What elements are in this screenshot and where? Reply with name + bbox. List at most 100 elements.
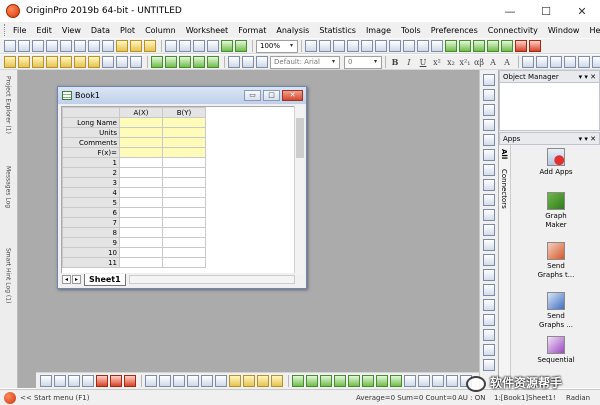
contour-plot-4-icon[interactable] [271, 375, 283, 387]
app-item[interactable]: Send Graphs t... [513, 242, 599, 280]
right-tool-20-icon[interactable] [483, 359, 495, 371]
stat-plot-4-icon[interactable] [334, 375, 346, 387]
menu-preferences[interactable]: Preferences [426, 26, 483, 35]
right-tool-16-icon[interactable] [483, 299, 495, 311]
menu-file[interactable]: File [8, 26, 31, 35]
right-tool-3-icon[interactable] [483, 104, 495, 116]
data-tools-7-icon[interactable] [88, 56, 100, 68]
minimize-button[interactable]: — [492, 0, 528, 22]
row-header[interactable]: 1 [62, 157, 120, 168]
row-header[interactable]: 2 [62, 167, 120, 178]
apps-tab-all[interactable]: All [500, 149, 508, 159]
edit-tools-1-icon[interactable] [228, 56, 240, 68]
menu-column[interactable]: Column [140, 26, 181, 35]
project-tools-3-icon[interactable] [473, 40, 485, 52]
data-tools-4-icon[interactable] [46, 56, 58, 68]
contour-plot-3-icon[interactable] [257, 375, 269, 387]
row-header[interactable]: 9 [62, 237, 120, 248]
object-manager-body[interactable] [499, 83, 600, 131]
data-cell[interactable] [119, 257, 163, 268]
object-manager-controls[interactable]: ▾ ▾ ✕ [579, 73, 596, 81]
format-button-6[interactable]: x²₁ [459, 58, 471, 67]
row-header[interactable]: 5 [62, 197, 120, 208]
label-cell[interactable] [162, 127, 206, 138]
contour-plot-1-icon[interactable] [229, 375, 241, 387]
label-cell[interactable] [162, 147, 206, 158]
label-cell[interactable] [162, 137, 206, 148]
worksheet-table[interactable]: A(X) B(Y) Long Name Units Comments F(x)= 1 2 3 4 5… [62, 107, 286, 268]
open-save-3-icon[interactable] [144, 40, 156, 52]
apps-tab-connectors[interactable]: Connectors [500, 169, 508, 209]
bar-plot-2-icon[interactable] [110, 375, 122, 387]
column-tools-4-icon[interactable] [193, 56, 205, 68]
app-item[interactable]: Graph Maker [513, 192, 599, 230]
origin-app-icon[interactable] [6, 4, 20, 18]
data-tools-3-icon[interactable] [32, 56, 44, 68]
app-item[interactable]: Sequential [513, 336, 599, 365]
open-save-2-icon[interactable] [130, 40, 142, 52]
style-tools-4-icon[interactable] [564, 56, 576, 68]
maximize-button[interactable]: ☐ [528, 0, 564, 22]
refresh-1-icon[interactable] [221, 40, 233, 52]
style-tools-2-icon[interactable] [536, 56, 548, 68]
import-1-icon[interactable] [165, 40, 177, 52]
row-header[interactable]: 7 [62, 217, 120, 228]
scrollbar-thumb[interactable] [296, 118, 304, 158]
layer-tools-5-icon[interactable] [361, 40, 373, 52]
column-tools-2-icon[interactable] [165, 56, 177, 68]
bar-plot-3-icon[interactable] [124, 375, 136, 387]
angle-unit[interactable]: Radian [566, 394, 590, 402]
line-plot-2-icon[interactable] [54, 375, 66, 387]
data-cell[interactable] [119, 167, 163, 178]
stat-plot-1-icon[interactable] [292, 375, 304, 387]
row-header[interactable]: 10 [62, 247, 120, 258]
column-tools-5-icon[interactable] [207, 56, 219, 68]
template-plot-4-icon[interactable] [446, 375, 458, 387]
app-item[interactable]: Send Graphs ... [513, 292, 599, 330]
menu-analysis[interactable]: Analysis [271, 26, 314, 35]
data-cell[interactable] [162, 257, 206, 268]
data-cell[interactable] [162, 177, 206, 188]
label-cell[interactable] [119, 137, 163, 148]
row-header[interactable]: 8 [62, 227, 120, 238]
template-plot-3-icon[interactable] [432, 375, 444, 387]
autoupdate-status[interactable]: AU : ON [458, 394, 485, 402]
data-cell[interactable] [162, 157, 206, 168]
apps-panel-header[interactable]: Apps ▾ ▾ ✕ [499, 132, 600, 145]
menu-statistics[interactable]: Statistics [314, 26, 361, 35]
column-tools-3-icon[interactable] [179, 56, 191, 68]
data-cell[interactable] [162, 217, 206, 228]
pie-plot-1-icon[interactable] [145, 375, 157, 387]
line-plot-1-icon[interactable] [40, 375, 52, 387]
workbook-title-bar[interactable]: Book1 ▭ □ ✕ [58, 87, 306, 104]
font-size-combo[interactable]: 0 ▾ [344, 55, 382, 69]
right-tool-18-icon[interactable] [483, 329, 495, 341]
app-item[interactable]: Add Apps [513, 148, 599, 177]
layer-tools-8-icon[interactable] [403, 40, 415, 52]
data-cell[interactable] [119, 177, 163, 188]
right-tool-9-icon[interactable] [483, 194, 495, 206]
data-cell[interactable] [119, 237, 163, 248]
graph-data-3-icon[interactable] [130, 56, 142, 68]
format-button-3[interactable]: U [417, 58, 429, 67]
label-cell[interactable] [119, 117, 163, 128]
close-button[interactable]: ✕ [564, 0, 600, 22]
menu-data[interactable]: Data [86, 26, 115, 35]
stat-plot-8-icon[interactable] [390, 375, 402, 387]
row-header[interactable]: 6 [62, 207, 120, 218]
data-cell[interactable] [162, 237, 206, 248]
right-tool-13-icon[interactable] [483, 254, 495, 266]
label-cell[interactable] [119, 127, 163, 138]
menu-format[interactable]: Format [233, 26, 271, 35]
format-button-9[interactable]: A [501, 58, 513, 67]
new-file-5-icon[interactable] [60, 40, 72, 52]
right-tool-2-icon[interactable] [483, 89, 495, 101]
chevron-down-icon[interactable]: ▾ [371, 58, 380, 67]
chevron-down-icon[interactable]: ▾ [329, 58, 338, 67]
stat-plot-5-icon[interactable] [348, 375, 360, 387]
label-cell[interactable] [119, 147, 163, 158]
menu-edit[interactable]: Edit [31, 26, 57, 35]
data-cell[interactable] [162, 187, 206, 198]
graph-data-1-icon[interactable] [102, 56, 114, 68]
style-tools-1-icon[interactable] [522, 56, 534, 68]
